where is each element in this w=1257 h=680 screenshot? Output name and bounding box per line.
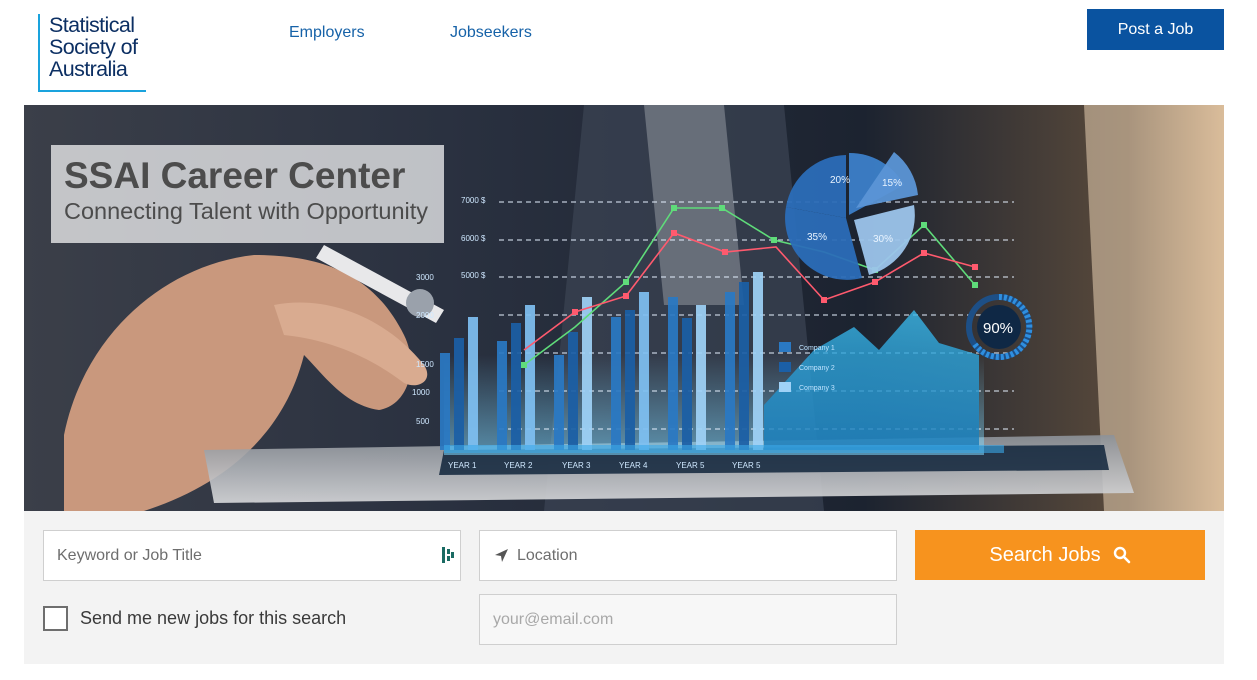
pie-label: 35% — [807, 232, 827, 243]
logo-line: Australia — [49, 57, 128, 81]
pie-label: 30% — [873, 234, 893, 245]
job-alert-checkbox[interactable] — [43, 606, 68, 631]
nav-jobseekers-link[interactable]: Jobseekers — [450, 24, 532, 42]
y-tick-label: 6000 $ — [461, 234, 486, 243]
hero-banner: Company 1 Company 2 Company 3 7000 $ 600… — [24, 105, 1224, 511]
logo-line: Society of — [49, 35, 138, 59]
y-tick-label: 1000 — [412, 388, 430, 397]
y-tick-label: 2000 — [416, 311, 434, 320]
x-tick-label: YEAR 5 — [732, 461, 761, 470]
gauge-label: 90% — [983, 320, 1013, 337]
svg-text:Company 1: Company 1 — [799, 345, 835, 352]
location-field[interactable] — [479, 530, 897, 581]
password-manager-icon[interactable] — [441, 546, 455, 564]
search-icon — [1113, 546, 1130, 564]
email-input[interactable] — [480, 595, 896, 644]
y-tick-label: 7000 $ — [461, 196, 486, 205]
keyword-input[interactable] — [44, 531, 460, 580]
y-tick-label: 3000 — [416, 273, 434, 282]
job-alert-row: Send me new jobs for this search — [43, 606, 346, 631]
pie-label: 20% — [830, 175, 850, 186]
page-subtitle: Connecting Talent with Opportunity — [64, 198, 429, 224]
x-tick-label: YEAR 2 — [504, 461, 533, 470]
x-tick-label: YEAR 1 — [448, 461, 477, 470]
svg-text:Company 2: Company 2 — [799, 365, 835, 372]
location-arrow-icon — [495, 549, 508, 562]
y-tick-label: 500 — [416, 417, 430, 426]
y-tick-label: 5000 $ — [461, 271, 486, 280]
logo-accent-base — [38, 90, 146, 92]
page-title: SSAI Career Center — [64, 155, 406, 196]
search-jobs-button[interactable]: Search Jobs — [915, 530, 1205, 580]
logo-accent-bar — [38, 14, 40, 90]
x-tick-label: YEAR 5 — [676, 461, 705, 470]
location-input[interactable] — [480, 531, 896, 580]
email-field[interactable] — [479, 594, 897, 645]
keyword-field[interactable] — [43, 530, 461, 581]
search-jobs-label: Search Jobs — [989, 543, 1101, 566]
nav-employers-link[interactable]: Employers — [289, 24, 365, 42]
svg-text:Company 3: Company 3 — [799, 385, 835, 392]
career-center-page: Statistical Society of Australia Employe… — [0, 0, 1257, 680]
logo-line: Statistical — [49, 13, 135, 37]
ssai-logo[interactable]: Statistical Society of Australia — [38, 14, 146, 92]
job-alert-label[interactable]: Send me new jobs for this search — [80, 608, 346, 629]
post-a-job-button[interactable]: Post a Job — [1087, 9, 1224, 50]
job-search-panel: Search Jobs Send me new jobs for this se… — [24, 511, 1224, 664]
hero-title-card: SSAI Career Center Connecting Talent wit… — [51, 145, 444, 243]
logo-wordmark: Statistical Society of Australia — [49, 13, 138, 81]
pie-label: 15% — [882, 178, 902, 189]
x-tick-label: YEAR 4 — [619, 461, 648, 470]
y-tick-label: 1500 — [416, 360, 434, 369]
x-tick-label: YEAR 3 — [562, 461, 591, 470]
